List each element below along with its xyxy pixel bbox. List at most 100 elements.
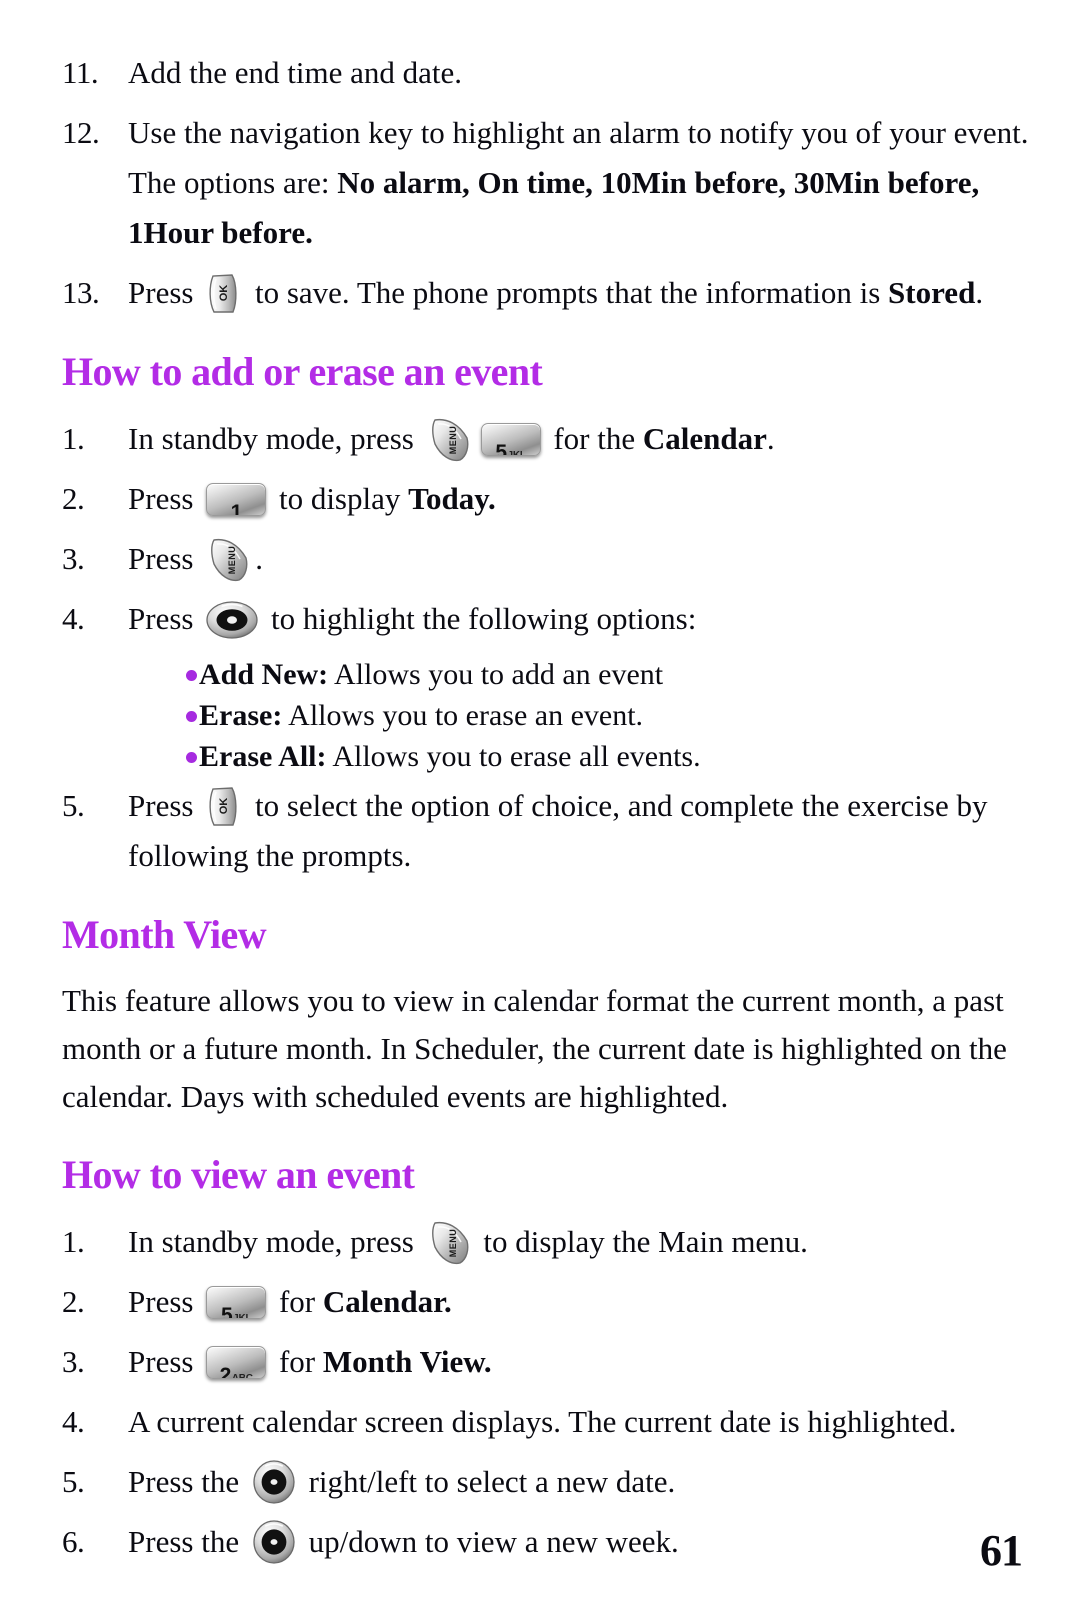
section-paragraph: This feature allows you to view in calen… bbox=[62, 977, 1007, 1121]
numbered-step: 12. Use the navigation key to highlight a… bbox=[62, 108, 1029, 258]
numbered-step: 1. In standby mode, press MENU 5JKL for th… bbox=[62, 414, 1028, 464]
step-number: 5. bbox=[62, 788, 85, 823]
step-line: Add the end time and date. bbox=[128, 48, 1028, 98]
menu-key-label: MENU bbox=[447, 425, 458, 455]
bullet-dot-icon bbox=[186, 711, 197, 722]
step-number: 3. bbox=[62, 1344, 85, 1379]
step-number: 6. bbox=[62, 1524, 85, 1559]
emphasis-text: No alarm, On time, 10Min before, 30Min b… bbox=[337, 165, 980, 200]
body-text: . bbox=[975, 275, 984, 310]
menu-key-label: MENU bbox=[447, 1228, 458, 1258]
body-text: for bbox=[271, 1284, 323, 1319]
step-text: Press the right/left to select a new dat… bbox=[128, 1457, 1028, 1507]
step-line: 1Hour before. bbox=[128, 208, 1029, 258]
step-text: Use the navigation key to highlight an a… bbox=[128, 108, 1029, 258]
body-text: to display the Main menu. bbox=[475, 1224, 808, 1259]
numbered-step: 11. Add the end time and date. bbox=[62, 48, 1028, 98]
bullet-label: Erase All: bbox=[199, 740, 327, 773]
body-text: right/left to select a new date. bbox=[300, 1464, 676, 1499]
keypad-1-key-icon: 1 bbox=[206, 483, 267, 516]
paragraph-line: This feature allows you to view in calen… bbox=[62, 983, 1004, 1018]
step-line: Press 5JKL for Calendar. bbox=[128, 1277, 1028, 1327]
step-line: Press to highlight the following options… bbox=[128, 594, 1028, 644]
numbered-step: 4. Press to highlight the following optio… bbox=[62, 594, 1028, 644]
keypad-5-jkl-key-icon: 5JKL bbox=[206, 1286, 267, 1319]
step-text: Press 2ABC for Month View. bbox=[128, 1337, 1028, 1387]
body-text: to save. The phone prompts that the info… bbox=[247, 275, 889, 310]
step-number: 2. bbox=[62, 481, 85, 516]
step-text: A current calendar screen displays. The … bbox=[128, 1397, 1028, 1447]
step-text: Press MENU. bbox=[128, 534, 1028, 584]
bullet-dot-icon bbox=[186, 670, 197, 681]
emphasis-text: Month View. bbox=[322, 1344, 492, 1379]
step-line: Press OK to select the option of choice,… bbox=[128, 781, 1028, 831]
manual-page: 11. Add the end time and date. 12. Use the … bbox=[0, 0, 1080, 1622]
bullet-description: Allows you to erase an event. bbox=[282, 699, 644, 732]
bullet-description: Allows you to add an event bbox=[328, 658, 664, 691]
navigation-key-icon bbox=[206, 601, 258, 639]
navigation-key-shape bbox=[253, 1520, 295, 1564]
bullet-label: Add New: bbox=[199, 658, 329, 691]
section-heading: How to add or erase an event bbox=[62, 349, 543, 394]
body-text: In standby mode, press bbox=[128, 1224, 422, 1259]
step-text: Add the end time and date. bbox=[128, 48, 1028, 98]
body-text: A current calendar screen displays. The … bbox=[128, 1404, 957, 1439]
numbered-step: 13. Press OK to save. The phone prompts t… bbox=[62, 268, 1028, 318]
body-text: Press bbox=[128, 788, 202, 823]
paragraph-line: month or a future month. In Scheduler, t… bbox=[62, 1031, 1007, 1066]
step-number: 1. bbox=[62, 1224, 85, 1259]
step-text: Press the up/down to view a new week. bbox=[128, 1517, 1028, 1567]
step-text: Press to highlight the following options… bbox=[128, 594, 1028, 644]
numbered-step: 3. Press 2ABC for Month View. bbox=[62, 1337, 1028, 1387]
ok-key-label: OK bbox=[218, 797, 231, 815]
navigation-key-shape bbox=[206, 601, 258, 639]
step-line: Press MENU. bbox=[128, 534, 1028, 584]
step-line: following the prompts. bbox=[128, 831, 1028, 881]
body-text: Press bbox=[128, 275, 202, 310]
navigation-key-shape bbox=[253, 1460, 295, 1504]
menu-soft-key-icon: MENU bbox=[427, 416, 471, 462]
menu-soft-key-icon: MENU bbox=[206, 536, 250, 582]
step-number: 2. bbox=[62, 1284, 85, 1319]
keypad-5-jkl-key-icon: 5JKL bbox=[480, 423, 541, 456]
body-text: Press bbox=[128, 481, 202, 516]
body-text: . bbox=[766, 421, 775, 456]
step-text: In standby mode, press MENU to display t… bbox=[128, 1217, 1028, 1267]
body-text: for the bbox=[545, 421, 643, 456]
numbered-step: 2. Press 5JKL for Calendar. bbox=[62, 1277, 1028, 1327]
menu-soft-key-icon: MENU bbox=[427, 1219, 471, 1265]
step-number: 12. bbox=[62, 115, 100, 150]
step-number: 13. bbox=[62, 275, 100, 310]
body-text: . bbox=[255, 541, 263, 576]
key-letters: ABC bbox=[231, 1373, 253, 1379]
step-line: Press the up/down to view a new week. bbox=[128, 1517, 1028, 1567]
section-heading: How to view an event bbox=[62, 1152, 415, 1197]
emphasis-text: 1Hour before. bbox=[128, 215, 313, 250]
navigation-key-icon bbox=[252, 1520, 296, 1564]
numbered-step: 1. In standby mode, press MENU to display… bbox=[62, 1217, 1028, 1267]
step-line: In standby mode, press MENU to display t… bbox=[128, 1217, 1028, 1267]
emphasis-text: Calendar bbox=[642, 421, 767, 456]
step-line: The options are: No alarm, On time, 10Mi… bbox=[128, 158, 1029, 208]
body-text: Press the bbox=[128, 1524, 247, 1559]
body-text: to select the option of choice, and comp… bbox=[247, 788, 988, 823]
emphasis-text: Stored bbox=[888, 275, 976, 310]
body-text: Press the bbox=[128, 1464, 247, 1499]
body-text: In standby mode, press bbox=[128, 421, 422, 456]
bullet-description: Allows you to erase all events. bbox=[326, 740, 701, 773]
step-number: 4. bbox=[62, 601, 85, 636]
page-content: 11. Add the end time and date. 12. Use the … bbox=[62, 48, 1029, 1567]
key-letters: JKL bbox=[233, 1313, 252, 1319]
step-line: Press OK to save. The phone prompts that… bbox=[128, 268, 1028, 318]
options-bullet-list: Add New: Allows you to add an event Erase… bbox=[62, 654, 1028, 777]
section-heading: Month View bbox=[62, 912, 267, 957]
numbered-step: 3. Press MENU. bbox=[62, 534, 1028, 584]
step-line: Use the navigation key to highlight an a… bbox=[128, 108, 1029, 158]
step-line: Press 2ABC for Month View. bbox=[128, 1337, 1028, 1387]
key-digit: 5 bbox=[495, 441, 507, 456]
ok-key-label: OK bbox=[218, 284, 231, 302]
keypad-2-abc-key-icon: 2ABC bbox=[206, 1346, 267, 1379]
step-text: In standby mode, press MENU 5JKL for the … bbox=[128, 414, 1028, 464]
body-text: Press bbox=[128, 1284, 202, 1319]
body-text: Add the end time and date. bbox=[128, 55, 463, 90]
